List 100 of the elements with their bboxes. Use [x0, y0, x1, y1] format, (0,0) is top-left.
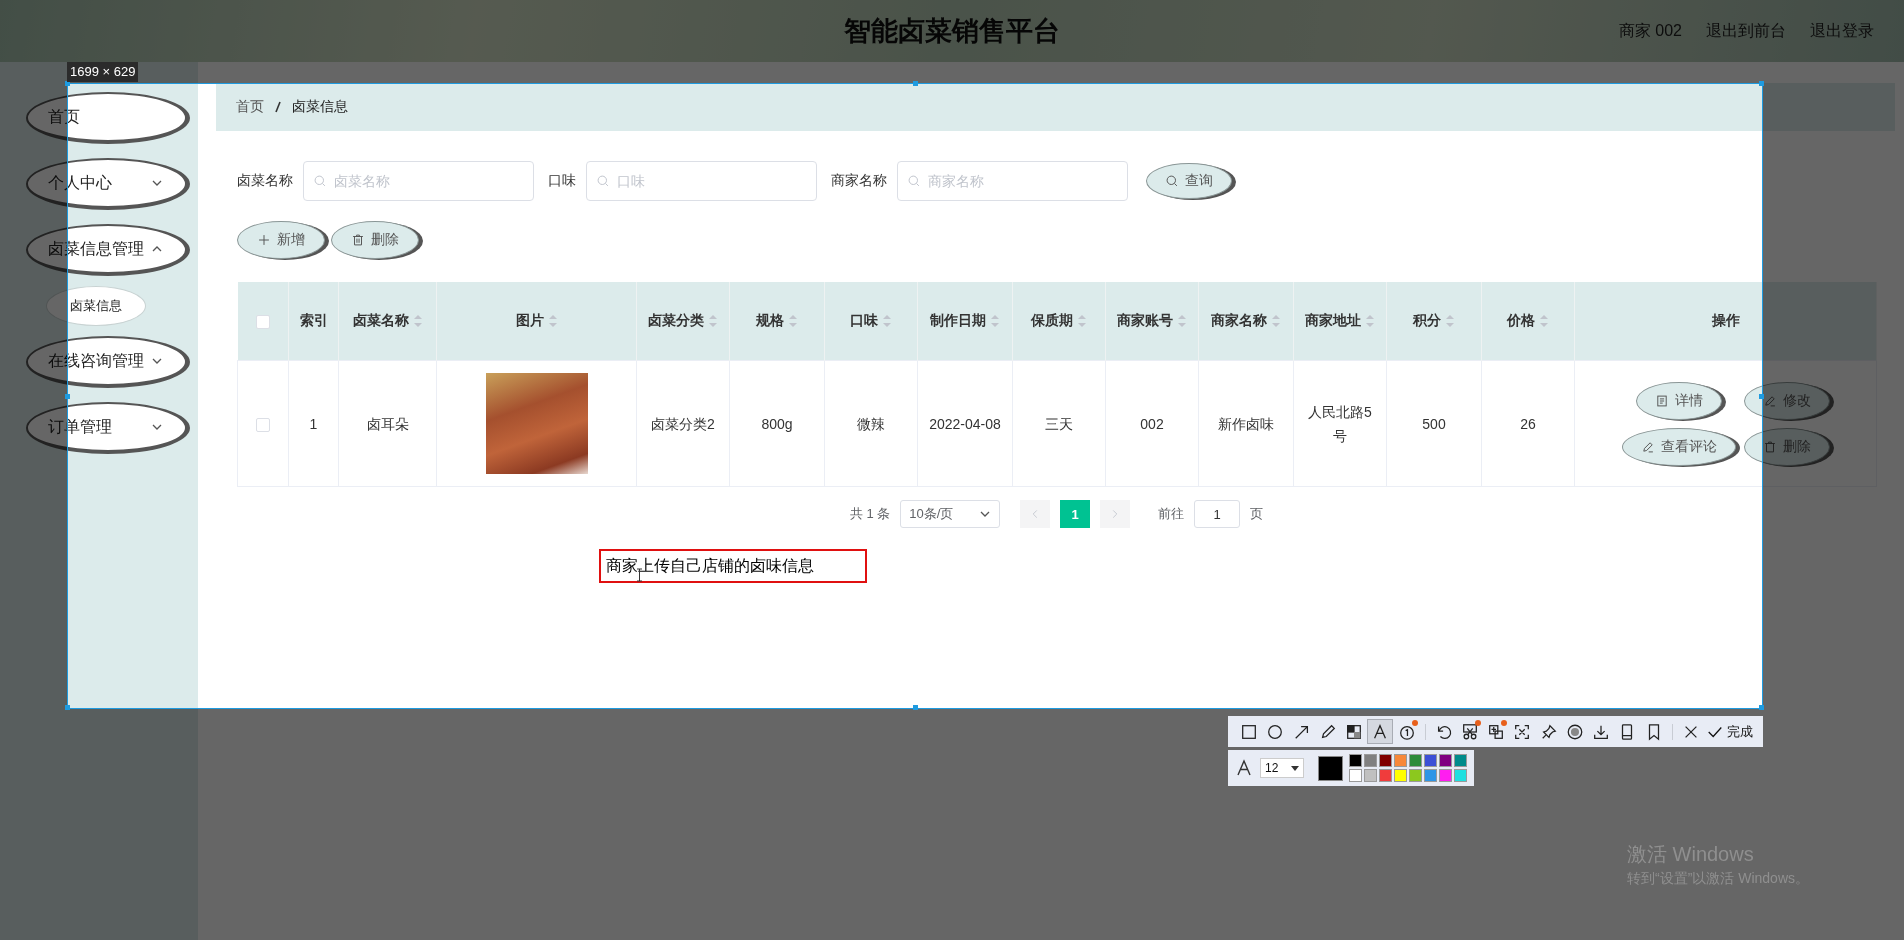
search-field[interactable]: 商家名称 [897, 161, 1128, 201]
breadcrumb-separator-icon [274, 100, 282, 114]
column-header[interactable]: 积分 [1413, 312, 1455, 328]
table-cell: 微辣 [857, 415, 885, 432]
table-cell: 500 [1422, 415, 1446, 432]
table-cell: 2022-04-08 [929, 415, 1001, 432]
trash-icon [1762, 439, 1777, 454]
table-cell: 卤菜分类2 [651, 415, 715, 432]
next-page-button[interactable] [1100, 500, 1131, 528]
column-header[interactable]: 卤菜名称 [352, 312, 423, 328]
resize-handle[interactable] [913, 81, 918, 86]
color-swatch[interactable] [1409, 754, 1422, 767]
color-swatch[interactable] [1379, 754, 1392, 767]
sidebar-subitem[interactable]: 卤菜信息 [46, 286, 146, 326]
caret-icon [1291, 765, 1299, 771]
row-checkbox[interactable] [256, 417, 270, 432]
color-swatch[interactable] [1394, 754, 1407, 767]
column-header[interactable]: 商家名称 [1211, 312, 1281, 328]
table-cell: 002 [1140, 415, 1164, 432]
done-button[interactable]: 完成 [1703, 722, 1755, 741]
sort-icon[interactable] [1539, 314, 1549, 329]
table-cell: 26 [1520, 415, 1536, 432]
sort-icon[interactable] [547, 314, 558, 329]
color-swatch[interactable] [1409, 769, 1422, 782]
circle-icon [1266, 722, 1285, 741]
column-header[interactable]: 商家账号 [1117, 312, 1187, 328]
sort-icon[interactable] [1177, 314, 1187, 329]
previous-page-button[interactable] [1020, 500, 1051, 528]
column-header[interactable]: 图片 [515, 312, 558, 328]
record-icon [1565, 722, 1584, 741]
column-header[interactable]: 商家地址 [1305, 312, 1375, 328]
resize-handle[interactable] [1759, 394, 1764, 399]
search-icon [596, 174, 610, 188]
text-size-icon [1234, 758, 1254, 778]
column-header[interactable]: 口味 [850, 312, 892, 328]
sort-icon[interactable] [1077, 314, 1087, 329]
pencil-icon [1762, 393, 1777, 408]
translate-icon [1487, 722, 1506, 741]
color-swatch[interactable] [1349, 754, 1362, 767]
trash-icon [351, 233, 365, 247]
column-header[interactable]: 价格 [1507, 312, 1549, 328]
color-swatch[interactable] [1379, 769, 1392, 782]
total-count: 共 1 条 [849, 505, 891, 523]
resize-handle[interactable] [65, 394, 70, 399]
color-swatch[interactable] [1454, 754, 1467, 767]
text-annotation[interactable]: 商家上传自己店铺的卤味信息 [599, 549, 867, 583]
resize-handle[interactable] [1759, 705, 1764, 710]
color-swatch[interactable] [1439, 754, 1452, 767]
resize-handle[interactable] [1759, 81, 1764, 86]
page-suffix: 页 [1250, 505, 1264, 523]
column-header[interactable]: 规格 [756, 312, 798, 328]
color-swatch[interactable] [1364, 754, 1377, 767]
sort-icon[interactable] [990, 314, 1000, 329]
column-header[interactable]: 保质期 [1031, 312, 1087, 328]
table-cell: 三天 [1045, 415, 1073, 432]
search-icon [313, 174, 327, 188]
sort-icon[interactable] [1365, 314, 1375, 329]
sort-icon[interactable] [708, 314, 718, 329]
sort-icon[interactable] [412, 314, 423, 329]
view-comments-button[interactable]: 查看评论 [1621, 427, 1736, 466]
table-cell: 1 [309, 415, 318, 432]
sort-icon[interactable] [1271, 314, 1281, 329]
toolbar-button[interactable] [1367, 719, 1394, 744]
font-size-select[interactable]: 12 [1260, 758, 1304, 778]
sort-icon[interactable] [882, 314, 892, 329]
sort-icon[interactable] [1445, 314, 1455, 329]
search-button[interactable]: 查询 [1146, 163, 1232, 199]
column-header[interactable]: 制作日期 [930, 312, 1000, 328]
page-size-select[interactable]: 10条/页 [900, 500, 1001, 528]
document-icon [1654, 393, 1669, 408]
color-swatch[interactable] [1364, 769, 1377, 782]
resize-handle[interactable] [65, 705, 70, 710]
detail-button[interactable]: 详情 [1635, 381, 1722, 420]
mosaic-icon [1345, 722, 1364, 741]
plus-icon [257, 233, 271, 247]
color-swatch[interactable] [1424, 754, 1437, 767]
table-cell: 人民北路5号 [1308, 403, 1372, 444]
column-header: 操作 [1711, 312, 1740, 328]
pencil-icon [1640, 439, 1655, 454]
goto-page-field[interactable]: 1 [1194, 500, 1241, 528]
search-field[interactable]: 卤菜名称 [303, 161, 534, 201]
add-button[interactable]: 新增 [237, 221, 325, 259]
rectangle-icon [1240, 722, 1259, 741]
search-icon [907, 174, 921, 188]
field-label: 卤菜名称 [237, 172, 293, 190]
current-color-swatch[interactable] [1318, 755, 1343, 781]
sort-icon[interactable] [788, 314, 798, 329]
color-swatch[interactable] [1394, 769, 1407, 782]
delete-button[interactable]: 删除 [331, 221, 419, 259]
field-label: 商家名称 [831, 172, 887, 190]
color-swatch[interactable] [1349, 769, 1362, 782]
select-all-checkbox[interactable] [255, 315, 270, 330]
site-title: 智能卤菜销售平台 [844, 15, 1060, 48]
resize-handle[interactable] [913, 705, 918, 710]
color-swatch[interactable] [1454, 769, 1467, 782]
column-header[interactable]: 卤菜分类 [648, 312, 718, 328]
color-swatch[interactable] [1439, 769, 1452, 782]
color-swatch[interactable] [1424, 769, 1437, 782]
breadcrumb-item[interactable]: 首页 [236, 98, 264, 116]
field-label: 口味 [548, 172, 576, 190]
